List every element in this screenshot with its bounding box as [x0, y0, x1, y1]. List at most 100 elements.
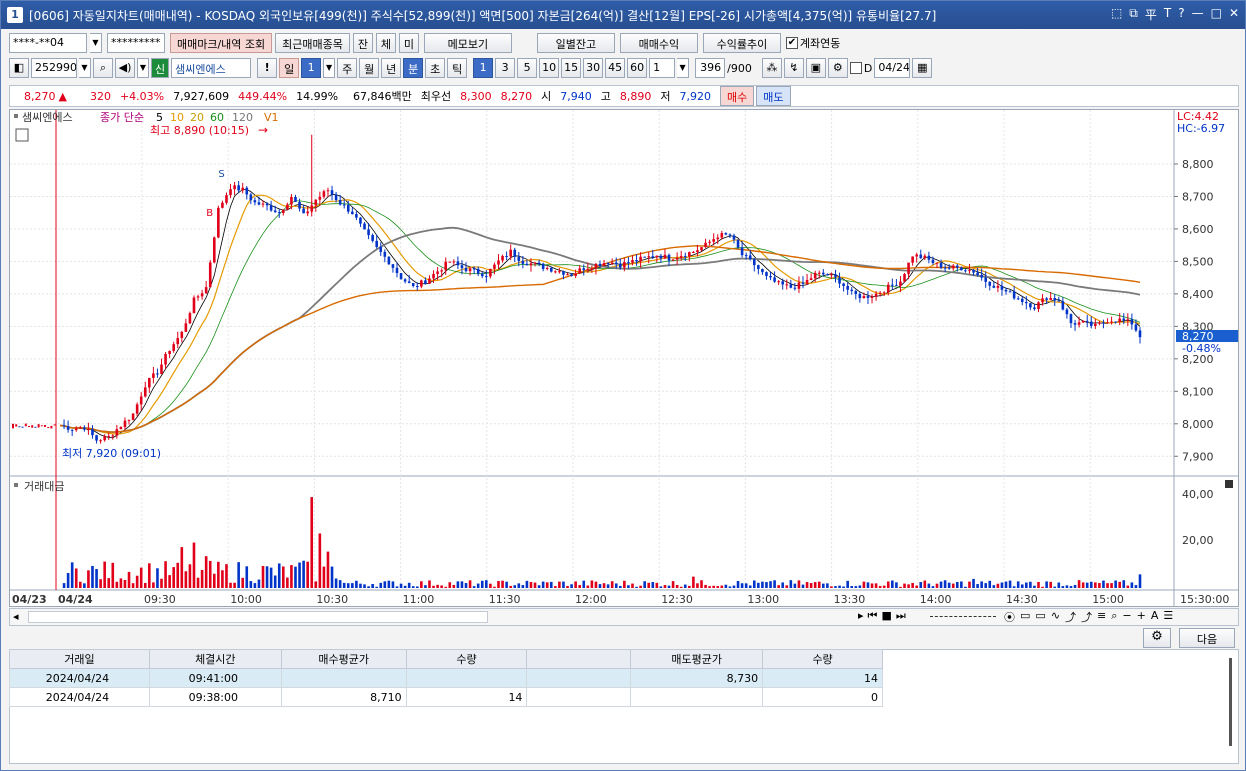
- speaker-dropdown-icon[interactable]: ▼: [137, 58, 149, 78]
- unexecuted-button[interactable]: 미: [398, 33, 419, 53]
- buy-button[interactable]: 매수: [720, 86, 755, 106]
- interval-dropdown-icon[interactable]: ▼: [677, 58, 690, 78]
- password-field[interactable]: *********: [107, 33, 165, 53]
- duplicate-window-icon[interactable]: ⧉: [1129, 6, 1138, 23]
- draw-tool-icon[interactable]: ↯: [783, 58, 804, 78]
- forward-icon[interactable]: ⏭: [896, 609, 906, 623]
- zoom-in-icon[interactable]: +: [1137, 609, 1146, 625]
- volume-bar: [655, 582, 659, 588]
- table-row[interactable]: 2024/04/24 09:38:00 8,710 14 0: [9, 687, 883, 707]
- balance-button[interactable]: 잔: [352, 33, 373, 53]
- close-icon[interactable]: ✕: [1229, 6, 1239, 23]
- period-tick-button[interactable]: 틱: [447, 58, 468, 78]
- interval-30-button[interactable]: 30: [583, 58, 604, 78]
- account-dropdown-icon[interactable]: ▼: [90, 33, 102, 53]
- zoom-out-icon[interactable]: −: [1122, 609, 1131, 625]
- interval-3-button[interactable]: 3: [495, 58, 516, 78]
- interval-5-button[interactable]: 5: [517, 58, 538, 78]
- speaker-icon[interactable]: ◀): [115, 58, 135, 78]
- zoom-slider[interactable]: [930, 616, 996, 618]
- d-checkbox[interactable]: [849, 62, 862, 74]
- layout-icon[interactable]: ◧: [9, 58, 29, 78]
- scroll-left-icon[interactable]: ◂: [13, 610, 19, 623]
- stop-icon[interactable]: ■: [881, 609, 891, 623]
- day-count-field[interactable]: 1: [301, 58, 322, 78]
- return-trend-button[interactable]: 수익률추이: [702, 33, 781, 53]
- recent-trades-button[interactable]: 최근매매종목: [275, 33, 350, 53]
- pane-close-icon[interactable]: [1225, 480, 1233, 488]
- zoom-icon[interactable]: ⌕: [1111, 609, 1117, 625]
- tool-2-icon[interactable]: ▭: [1020, 609, 1030, 625]
- chart-area[interactable]: BS 샘씨엔에스 종가 단순 5 10 20 60 120 V1 최고 8,89…: [9, 109, 1239, 607]
- data-count-field[interactable]: 396: [695, 58, 726, 78]
- tool-4-icon[interactable]: ∿: [1051, 609, 1060, 625]
- tool-3-icon[interactable]: ▭: [1035, 609, 1045, 625]
- period-year-button[interactable]: 년: [381, 58, 402, 78]
- restore-layout-icon[interactable]: ⬚: [1111, 6, 1122, 23]
- account-link-checkbox[interactable]: ✔ 계좌연동: [785, 35, 840, 51]
- period-day-button[interactable]: 일: [279, 58, 300, 78]
- stock-name-field[interactable]: 샘씨엔에스: [171, 58, 252, 78]
- interval-45-button[interactable]: 45: [605, 58, 626, 78]
- table-settings-icon[interactable]: ⚙: [1143, 628, 1171, 648]
- scroll-thumb[interactable]: [28, 611, 488, 623]
- tool-6-icon[interactable]: ⤴: [1081, 609, 1092, 625]
- save-icon[interactable]: ▣: [805, 58, 826, 78]
- alert-button[interactable]: !: [257, 58, 278, 78]
- interval-60-button[interactable]: 60: [627, 58, 648, 78]
- account-field[interactable]: ****-**04: [9, 33, 87, 53]
- period-minute-button[interactable]: 분: [403, 58, 424, 78]
- title-bar: 1 [0606] 자동일지차트(매매내역) - KOSDAQ 외국인보유[499…: [1, 1, 1245, 29]
- memo-button[interactable]: 메모보기: [423, 33, 512, 53]
- rewind-icon[interactable]: ⏮: [868, 609, 878, 623]
- calendar-icon[interactable]: ▦: [912, 58, 933, 78]
- date-field[interactable]: 04/24: [874, 58, 911, 78]
- settings-icon[interactable]: ⚙: [827, 58, 848, 78]
- font-size-icon[interactable]: T: [1164, 6, 1171, 23]
- pin-icon[interactable]: 平: [1145, 6, 1157, 23]
- tool-1-icon[interactable]: ⦿: [1004, 609, 1015, 625]
- trade-profit-button[interactable]: 매매수익: [619, 33, 698, 53]
- help-icon[interactable]: ?: [1178, 6, 1184, 23]
- daily-balance-button[interactable]: 일별잔고: [536, 33, 615, 53]
- volume-bar: [131, 583, 135, 588]
- scroll-right-icon[interactable]: ▸: [858, 609, 864, 623]
- text-tool-icon[interactable]: A: [1151, 609, 1159, 625]
- period-second-button[interactable]: 초: [425, 58, 446, 78]
- candle-body: [732, 235, 736, 240]
- interval-1-button[interactable]: 1: [473, 58, 494, 78]
- cell-empty: [526, 687, 632, 707]
- period-month-button[interactable]: 월: [359, 58, 380, 78]
- candle-body: [391, 264, 395, 268]
- sell-button[interactable]: 매도: [756, 86, 791, 106]
- indicator-icon[interactable]: ⁂: [761, 58, 782, 78]
- price-chart-svg[interactable]: BS 샘씨엔에스 종가 단순 5 10 20 60 120 V1 최고 8,89…: [10, 110, 1238, 606]
- menu-icon[interactable]: ☰: [1163, 609, 1173, 625]
- period-week-button[interactable]: 주: [337, 58, 358, 78]
- chart-scrollbar[interactable]: ◂ ▸ ⏮ ■ ⏭ ⦿ ▭ ▭ ∿ ⤴ ⤴ ≡ ⌕ − + A ☰: [9, 608, 1239, 626]
- candle-body: [525, 263, 529, 266]
- executed-button[interactable]: 체: [375, 33, 396, 53]
- interval-10-button[interactable]: 10: [539, 58, 560, 78]
- tool-5-icon[interactable]: ⤴: [1065, 609, 1076, 625]
- code-dropdown-icon[interactable]: ▼: [79, 58, 91, 78]
- trade-mark-query-button[interactable]: 매매마크/내역 조회: [170, 33, 273, 53]
- table-scrollbar[interactable]: [1229, 658, 1232, 746]
- search-icon[interactable]: ⌕: [93, 58, 113, 78]
- candle-body: [679, 256, 683, 258]
- interval-custom-field[interactable]: 1: [649, 58, 676, 78]
- maximize-icon[interactable]: □: [1211, 6, 1222, 23]
- candle-body: [1049, 297, 1052, 300]
- volume-bar: [614, 583, 618, 588]
- day-count-dropdown-icon[interactable]: ▼: [323, 58, 336, 78]
- next-button[interactable]: 다음: [1179, 628, 1235, 648]
- tool-7-icon[interactable]: ≡: [1097, 609, 1106, 625]
- candle-body: [480, 273, 484, 277]
- minimize-icon[interactable]: —: [1192, 6, 1204, 23]
- interval-15-button[interactable]: 15: [561, 58, 582, 78]
- candle-body: [574, 273, 577, 276]
- stock-code-field[interactable]: 252990: [31, 58, 77, 78]
- volume-bar: [391, 581, 395, 588]
- grid-toggle-icon[interactable]: [15, 128, 29, 142]
- table-row[interactable]: 2024/04/24 09:41:00 8,730 14: [9, 668, 883, 688]
